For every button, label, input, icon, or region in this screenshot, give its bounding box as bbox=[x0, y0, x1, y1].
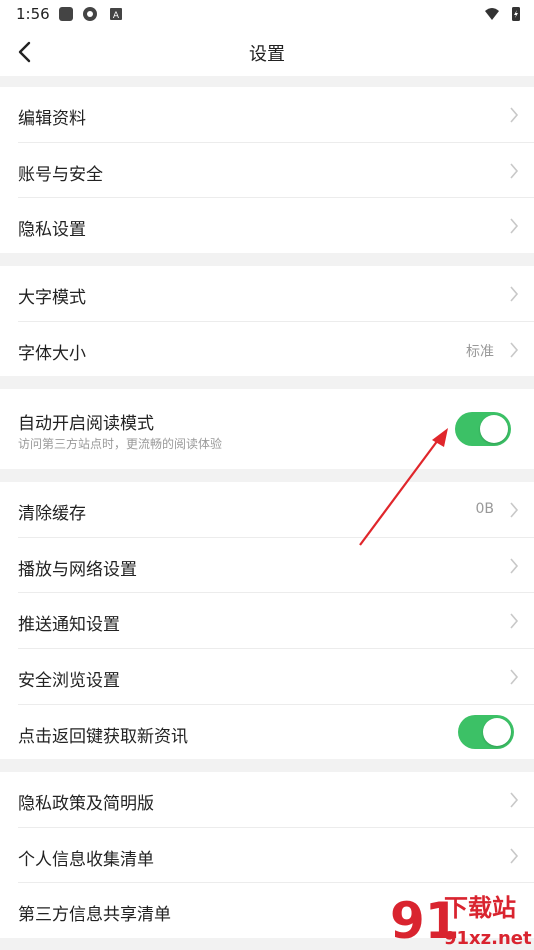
header: 设置 bbox=[0, 28, 534, 76]
push-notification-row[interactable]: 推送通知设置 bbox=[0, 593, 534, 648]
clear-cache-label: 清除缓存 bbox=[18, 504, 86, 524]
back-news-row: 点击返回键获取新资讯 bbox=[0, 705, 534, 760]
chevron-right-icon bbox=[510, 848, 519, 864]
chevron-right-icon bbox=[510, 107, 519, 123]
watermark-site: 91xz.net bbox=[444, 928, 532, 949]
clear-cache-row[interactable]: 清除缓存 0B bbox=[0, 482, 534, 537]
back-news-label: 点击返回键获取新资讯 bbox=[18, 727, 188, 747]
reading-mode-section: 自动开启阅读模式 访问第三方站点时，更流畅的阅读体验 bbox=[0, 389, 534, 469]
playback-network-label: 播放与网络设置 bbox=[18, 560, 137, 580]
font-size-label: 字体大小 bbox=[18, 344, 86, 364]
aperture-icon bbox=[83, 7, 97, 21]
edit-profile-label: 编辑资料 bbox=[18, 109, 86, 129]
privacy-policy-label: 隐私政策及简明版 bbox=[18, 794, 154, 814]
account-security-row[interactable]: 账号与安全 bbox=[0, 143, 534, 198]
chevron-right-icon bbox=[510, 558, 519, 574]
chevron-right-icon bbox=[510, 286, 519, 302]
cache-size-value: 0B bbox=[475, 501, 494, 517]
account-section: 编辑资料 账号与安全 隐私设置 bbox=[0, 87, 534, 253]
watermark-brand: 下载站 bbox=[444, 894, 516, 922]
a-badge-icon: A bbox=[110, 8, 122, 21]
safe-browsing-row[interactable]: 安全浏览设置 bbox=[0, 649, 534, 704]
status-bar: 1:56 A bbox=[0, 0, 534, 28]
safe-browsing-label: 安全浏览设置 bbox=[18, 671, 120, 691]
wifi-icon bbox=[485, 8, 499, 20]
toggle-knob bbox=[483, 718, 511, 746]
push-notification-label: 推送通知设置 bbox=[18, 615, 120, 635]
reading-mode-toggle[interactable] bbox=[455, 412, 511, 446]
svg-text:A: A bbox=[113, 11, 120, 21]
font-size-row[interactable]: 字体大小 标准 bbox=[0, 322, 534, 377]
privacy-settings-row[interactable]: 隐私设置 bbox=[0, 198, 534, 253]
edit-profile-row[interactable]: 编辑资料 bbox=[0, 87, 534, 142]
chevron-right-icon bbox=[510, 342, 519, 358]
playback-network-row[interactable]: 播放与网络设置 bbox=[0, 538, 534, 593]
chevron-right-icon bbox=[510, 792, 519, 808]
chevron-right-icon bbox=[510, 163, 519, 179]
reading-mode-label: 自动开启阅读模式 bbox=[18, 414, 154, 434]
chevron-right-icon bbox=[510, 502, 519, 518]
back-news-toggle[interactable] bbox=[458, 715, 514, 749]
privacy-policy-row[interactable]: 隐私政策及简明版 bbox=[0, 772, 534, 827]
site-watermark-logo: 91 下载站 91xz.net bbox=[390, 892, 532, 950]
large-font-label: 大字模式 bbox=[18, 288, 86, 308]
chevron-right-icon bbox=[510, 218, 519, 234]
general-section: 清除缓存 0B 播放与网络设置 推送通知设置 安全浏览设置 点击返回键获取新资讯 bbox=[0, 482, 534, 759]
display-section: 大字模式 字体大小 标准 bbox=[0, 266, 534, 376]
page-title: 设置 bbox=[249, 44, 285, 65]
font-size-value: 标准 bbox=[466, 344, 494, 360]
account-security-label: 账号与安全 bbox=[18, 165, 103, 185]
chevron-right-icon bbox=[510, 669, 519, 685]
personal-info-label: 个人信息收集清单 bbox=[18, 850, 154, 870]
chevron-right-icon bbox=[510, 613, 519, 629]
toggle-knob bbox=[480, 415, 508, 443]
personal-info-row[interactable]: 个人信息收集清单 bbox=[0, 828, 534, 883]
status-time: 1:56 bbox=[16, 5, 50, 23]
battery-icon bbox=[512, 7, 520, 21]
privacy-settings-label: 隐私设置 bbox=[18, 220, 86, 240]
large-font-row[interactable]: 大字模式 bbox=[0, 266, 534, 321]
app-notification-icon bbox=[59, 7, 73, 21]
reading-mode-desc: 访问第三方站点时，更流畅的阅读体验 bbox=[18, 437, 223, 451]
third-party-share-label: 第三方信息共享清单 bbox=[18, 905, 171, 925]
